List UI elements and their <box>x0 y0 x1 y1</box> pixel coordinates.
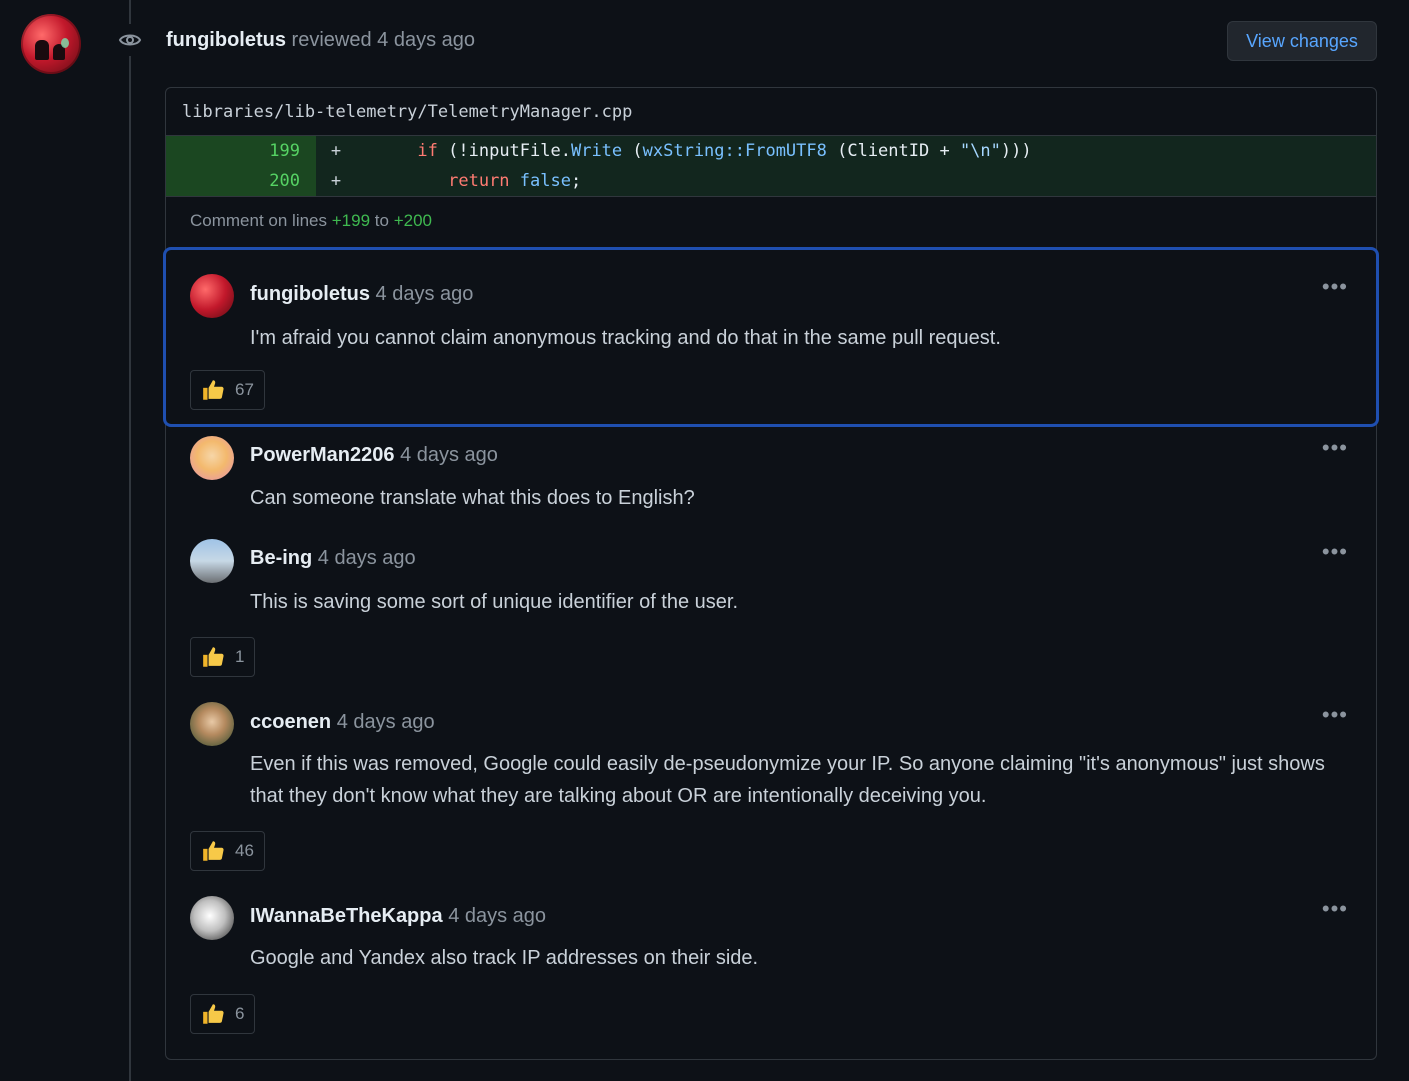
kebab-horizontal-icon[interactable]: ••• <box>1322 704 1348 726</box>
comment-author[interactable]: PowerMan2206 <box>250 444 395 466</box>
comment-author[interactable]: fungiboletus <box>250 283 370 305</box>
review-thread: libraries/lib-telemetry/TelemetryManager… <box>163 87 1379 1060</box>
comment: ccoenen 4 days ago ••• Even if this was … <box>166 692 1376 882</box>
reaction-button[interactable]: 1 <box>190 637 256 677</box>
code-line: if (!inputFile.Write (wxString::FromUTF8… <box>417 141 1032 161</box>
comment-time[interactable]: 4 days ago <box>318 547 416 569</box>
comment-body: Google and Yandex also track IP addresse… <box>250 947 759 969</box>
line-number[interactable]: 200 <box>166 166 316 196</box>
comment-author[interactable]: IWannaBeTheKappa <box>250 905 443 927</box>
thumbs-up-icon <box>203 647 224 667</box>
comment-body: Even if this was removed, Google could e… <box>250 753 1325 807</box>
diff-sign: + <box>330 171 342 191</box>
comment-author[interactable]: Be-ing <box>250 547 312 569</box>
view-changes-button[interactable]: View changes <box>1227 21 1377 61</box>
diff-line: 199 + if (!inputFile.Write (wxString::Fr… <box>166 136 1376 166</box>
diff-sign: + <box>330 141 342 161</box>
reaction-count: 1 <box>235 647 245 666</box>
comment: Be-ing 4 days ago ••• This is saving som… <box>166 529 1376 689</box>
comment-on-lines: Comment on lines +199 to +200 <box>190 211 432 230</box>
review-time[interactable]: 4 days ago <box>377 29 475 51</box>
review-action: reviewed <box>291 29 372 51</box>
comment-header: ccoenen 4 days ago <box>250 708 435 736</box>
review-author[interactable]: fungiboletus <box>166 29 286 51</box>
reaction-button[interactable]: 6 <box>190 994 256 1034</box>
reviewer-avatar[interactable] <box>21 14 81 74</box>
eye-icon <box>114 24 146 56</box>
reaction-count: 6 <box>235 1004 245 1023</box>
reaction-button[interactable]: 67 <box>190 370 265 410</box>
avatar[interactable] <box>190 436 234 480</box>
diff-line: 200 + return false; <box>166 166 1376 196</box>
comment-header: Be-ing 4 days ago <box>250 544 416 572</box>
line-number[interactable]: 199 <box>166 136 316 166</box>
kebab-horizontal-icon[interactable]: ••• <box>1322 898 1348 920</box>
kebab-horizontal-icon[interactable]: ••• <box>1322 437 1348 459</box>
reaction-count: 67 <box>235 380 254 399</box>
timeline-line <box>129 0 131 1081</box>
review-header: fungiboletus reviewed 4 days ago <box>166 26 475 54</box>
thumbs-up-icon <box>203 1004 224 1024</box>
comment-body: I'm afraid you cannot claim anonymous tr… <box>250 327 1001 349</box>
reaction-button[interactable]: 46 <box>190 831 265 871</box>
comment-author[interactable]: ccoenen <box>250 711 331 733</box>
file-path[interactable]: libraries/lib-telemetry/TelemetryManager… <box>166 88 1376 136</box>
comment-body: This is saving some sort of unique ident… <box>250 591 739 613</box>
kebab-horizontal-icon[interactable]: ••• <box>1322 276 1348 298</box>
comment-time[interactable]: 4 days ago <box>337 711 435 733</box>
avatar[interactable] <box>190 702 234 746</box>
diff-hunk: 199 + if (!inputFile.Write (wxString::Fr… <box>166 136 1376 197</box>
comment-time[interactable]: 4 days ago <box>376 283 474 305</box>
comment-header: PowerMan2206 4 days ago <box>250 441 498 469</box>
comment-header: fungiboletus 4 days ago <box>250 280 473 308</box>
comment-body: Can someone translate what this does to … <box>250 487 695 509</box>
kebab-horizontal-icon[interactable]: ••• <box>1322 541 1348 563</box>
comment: IWannaBeTheKappa 4 days ago ••• Google a… <box>166 886 1376 1056</box>
thumbs-up-icon <box>203 380 224 400</box>
thumbs-up-icon <box>203 841 224 861</box>
comment-time[interactable]: 4 days ago <box>448 905 546 927</box>
avatar[interactable] <box>190 896 234 940</box>
avatar[interactable] <box>190 539 234 583</box>
avatar[interactable] <box>190 274 234 318</box>
comment: PowerMan2206 4 days ago ••• Can someone … <box>166 427 1376 527</box>
comment: fungiboletus 4 days ago ••• I'm afraid y… <box>163 247 1379 427</box>
comment-header: IWannaBeTheKappa 4 days ago <box>250 902 546 930</box>
comment-time[interactable]: 4 days ago <box>400 444 498 466</box>
code-line: return false; <box>448 171 582 191</box>
reaction-count: 46 <box>235 841 254 860</box>
